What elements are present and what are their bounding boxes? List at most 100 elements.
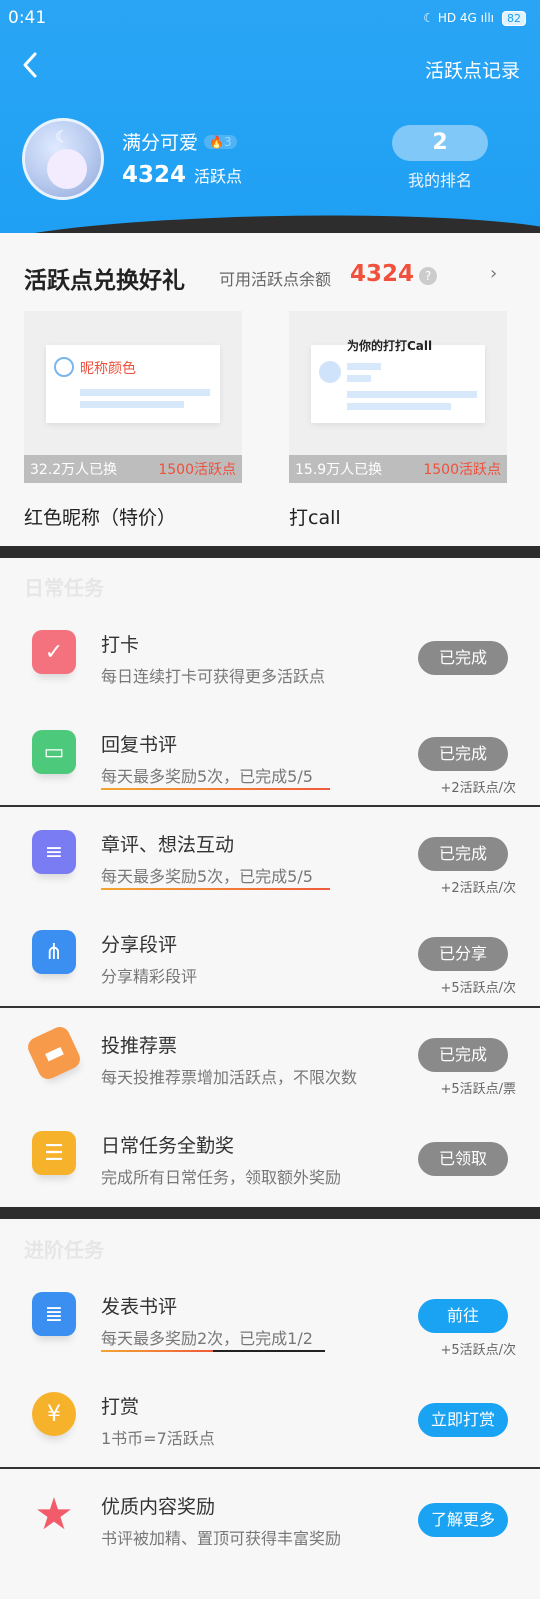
task-button[interactable]: 已完成	[418, 1038, 508, 1072]
task-reward: +5活跃点/票	[440, 1082, 516, 1097]
money-bag-icon: ¥	[32, 1392, 76, 1436]
chevron-left-icon	[23, 52, 37, 78]
user-points: 4324 活跃点	[122, 162, 242, 188]
task-daily-bonus: ☰ 日常任务全勤奖 完成所有日常任务，领取额外奖励 已领取	[0, 1109, 540, 1209]
exchange-title: 活跃点兑换好礼	[24, 268, 185, 294]
task-reward: +5活跃点/次	[440, 981, 516, 996]
card-footer: 15.9万人已换 1500活跃点	[289, 455, 507, 483]
section-divider	[0, 1207, 540, 1219]
preview-bar	[347, 403, 451, 410]
preview-bar	[347, 391, 477, 398]
progress-underline	[101, 1350, 325, 1352]
card-footer: 32.2万人已换 1500活跃点	[24, 455, 242, 483]
task-desc: 每日连续打卡可获得更多活跃点	[101, 667, 326, 686]
exchange-count: 15.9万人已换	[295, 462, 383, 478]
progress-underline	[101, 888, 330, 890]
row-divider	[0, 1006, 540, 1008]
ticket-icon: ▬	[24, 1023, 84, 1083]
preview-bar	[347, 363, 381, 370]
balance-label: 可用活跃点余额	[219, 270, 332, 289]
rank-label: 我的排名	[407, 171, 472, 190]
status-icons: ☾ HD 4G ıllı	[423, 11, 494, 25]
task-reply-review: ▭ 回复书评 每天最多奖励5次，已完成5/5 已完成 +2活跃点/次	[0, 708, 540, 808]
level-badge: 🔥 3	[204, 134, 237, 149]
task-reward: +5活跃点/次	[440, 1343, 516, 1358]
avatar[interactable]: ☾	[22, 118, 104, 200]
preview-label: 为你的打打Call	[347, 339, 433, 353]
exchange-cost: 1500活跃点	[158, 462, 236, 478]
task-title: 回复书评	[101, 734, 178, 756]
task-button[interactable]: 已完成	[418, 737, 508, 771]
avatar-face	[47, 149, 87, 189]
task-reward: +2活跃点/次	[440, 781, 516, 796]
daily-section-title: 日常任务	[24, 576, 104, 600]
battery-icon: 82	[502, 10, 526, 26]
progress-underline	[101, 788, 330, 790]
share-icon: ⋔	[32, 930, 76, 974]
header-watermark	[120, 70, 162, 240]
exchange-count: 32.2万人已换	[30, 462, 118, 478]
task-title: 优质内容奖励	[101, 1496, 216, 1518]
preview-label: 昵称颜色	[80, 361, 136, 377]
card-preview: 为你的打打Call	[311, 339, 485, 423]
task-reward: +2活跃点/次	[440, 881, 516, 896]
task-button[interactable]: 前往	[418, 1299, 508, 1333]
points-value: 4324	[122, 162, 187, 188]
section-divider	[0, 546, 540, 558]
profile-header	[0, 0, 540, 240]
task-title: 章评、想法互动	[101, 834, 235, 856]
task-title: 打卡	[101, 634, 140, 656]
task-title: 打赏	[101, 1396, 140, 1418]
username: 满分可爱 🔥 3	[122, 128, 237, 155]
exchange-card-call[interactable]: 为你的打打Call 15.9万人已换 1500活跃点	[289, 311, 507, 483]
task-post-review: ≣ 发表书评 每天最多奖励2次，已完成1/2 前往 +5活跃点/次	[0, 1270, 540, 1370]
help-icon[interactable]: ?	[419, 267, 437, 285]
task-desc: 每天最多奖励2次，已完成1/2	[101, 1329, 313, 1348]
task-title: 分享段评	[101, 934, 178, 956]
exchange-section: 活跃点兑换好礼 可用活跃点余额 4324 ? › 昵称颜色 32.2万人已换 1…	[0, 233, 540, 546]
task-checkin: ✓ 打卡 每日连续打卡可获得更多活跃点 已完成	[0, 608, 540, 708]
status-time: 0:41	[8, 8, 47, 28]
task-tip: ¥ 打赏 1书币=7活跃点 立即打赏	[0, 1370, 540, 1470]
task-button[interactable]: 立即打赏	[418, 1403, 508, 1437]
balance-value: 4324	[350, 261, 415, 287]
advanced-section-title: 进阶任务	[24, 1238, 104, 1262]
exchange-item-name[interactable]: 打call	[289, 503, 341, 530]
moon-icon: ☾	[55, 127, 70, 146]
exchange-cost: 1500活跃点	[423, 462, 501, 478]
rank-value[interactable]: 2	[392, 125, 488, 161]
task-button[interactable]: 已领取	[418, 1142, 508, 1176]
task-button[interactable]: 已完成	[418, 837, 508, 871]
task-button[interactable]: 已完成	[418, 641, 508, 675]
username-text: 满分可爱	[122, 132, 199, 154]
status-bar: 0:41 ☾ HD 4G ıllı 82	[8, 4, 526, 32]
row-divider	[0, 1467, 540, 1469]
task-button[interactable]: 已分享	[418, 937, 508, 971]
note-cards-icon: ≡	[32, 830, 76, 874]
task-desc: 每天最多奖励5次，已完成5/5	[101, 867, 313, 886]
row-divider	[0, 805, 540, 807]
task-desc: 每天最多奖励5次，已完成5/5	[101, 767, 313, 786]
exchange-card-red-nickname[interactable]: 昵称颜色 32.2万人已换 1500活跃点	[24, 311, 242, 483]
task-button[interactable]: 了解更多	[418, 1503, 508, 1537]
flame-icon: 🔥	[209, 134, 224, 149]
task-desc: 1书币=7活跃点	[101, 1429, 215, 1448]
card-preview: 昵称颜色	[46, 345, 220, 423]
task-desc: 分享精彩段评	[101, 967, 198, 986]
chevron-right-icon[interactable]: ›	[490, 263, 497, 284]
calendar-check-icon: ✓	[32, 630, 76, 674]
exchange-item-name[interactable]: 红色昵称（特价）	[24, 503, 176, 530]
task-title: 投推荐票	[101, 1035, 178, 1057]
level-value: 3	[223, 134, 232, 149]
task-desc: 书评被加精、置顶可获得丰富奖励	[101, 1529, 342, 1548]
preview-bar	[347, 375, 371, 382]
task-share-comment: ⋔ 分享段评 分享精彩段评 已分享 +5活跃点/次	[0, 908, 540, 1008]
task-desc: 每天投推荐票增加活跃点，不限次数	[101, 1068, 358, 1087]
document-icon: ≣	[32, 1292, 76, 1336]
avatar-placeholder	[319, 361, 341, 383]
task-title: 日常任务全勤奖	[101, 1135, 235, 1157]
task-quality-content: ★ 优质内容奖励 书评被加精、置顶可获得丰富奖励 了解更多	[0, 1470, 540, 1570]
activity-record-link[interactable]: 活跃点记录	[425, 56, 520, 83]
task-desc: 完成所有日常任务，领取额外奖励	[101, 1168, 342, 1187]
back-button[interactable]	[20, 50, 52, 86]
